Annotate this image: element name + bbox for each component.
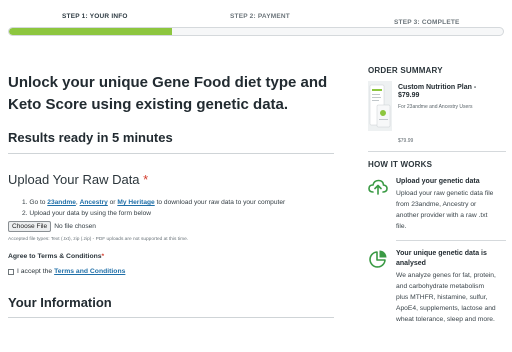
main-content: Unlock your unique Gene Food diet type a…	[8, 72, 334, 318]
checkout-steps: STEP 1: YOUR INFO STEP 2: PAYMENT STEP 3…	[8, 0, 504, 40]
accepted-file-types: Accepted file types: Text (.txt), zip (.…	[8, 237, 189, 242]
how-item-title: Your unique genetic data is analysed	[396, 249, 506, 269]
how-title-line: analysed	[396, 260, 426, 267]
how-title-line: Your unique genetic data is	[396, 250, 487, 257]
file-status: No file chosen	[54, 223, 96, 230]
how-text-line: Upload your raw genetic data file	[396, 190, 494, 197]
terms-required-mark: *	[101, 253, 105, 260]
how-text-line: file.	[396, 223, 407, 230]
product-title: Custom Nutrition Plan -	[398, 84, 477, 91]
upload-title: Upload Your Raw Data *	[8, 172, 334, 187]
divider	[396, 240, 506, 241]
page-headline: Unlock your unique Gene Food diet type a…	[8, 72, 334, 116]
product-price: $79.99	[398, 92, 420, 99]
instruction-comma: ,	[75, 199, 78, 206]
how-text-line: another provider with a raw .txt	[396, 212, 488, 219]
product-subtitle: For 23andme and Ancestry Users	[398, 104, 473, 110]
divider	[368, 151, 506, 152]
instruction-text: 1. Go to	[22, 199, 48, 206]
divider	[8, 317, 334, 318]
results-heading: Results ready in 5 minutes	[8, 130, 173, 145]
terms-label: Agree to Terms & Conditions*	[8, 253, 334, 260]
your-information-heading: Your Information	[8, 295, 112, 310]
how-text-line: from 23andme, Ancestry or	[396, 201, 477, 208]
how-item-text: Upload your raw genetic data file from 2…	[396, 188, 506, 232]
how-text-line: plus MTHFR, histamine, sulfur,	[396, 294, 488, 301]
divider	[8, 153, 334, 154]
step-3-label: STEP 3: COMPLETE	[394, 19, 460, 26]
cloud-upload-icon	[368, 179, 388, 195]
step-1-label: STEP 1: YOUR INFO	[62, 13, 128, 20]
upload-instructions: 1. Go to 23andme, Ancestry or My Heritag…	[22, 197, 334, 219]
terms-checkbox-row: I accept the Terms and Conditions	[8, 268, 334, 275]
how-text-line: wheat tolerance, sleep and more.	[396, 316, 495, 323]
link-ancestry[interactable]: Ancestry	[80, 199, 108, 206]
progress-bar-fill	[9, 28, 173, 35]
how-item-title: Upload your genetic data	[396, 178, 480, 185]
instruction-step-2: 2. Upload your data by using the form be…	[22, 210, 152, 217]
how-text-line: ApoE4, supplements, lactose and	[396, 305, 496, 312]
instruction-or: or	[107, 199, 118, 206]
instruction-suffix: to download your raw data to your comput…	[154, 199, 286, 206]
how-text-line: and carbohydrate metabolism	[396, 283, 485, 290]
link-myheritage[interactable]: My Heritage	[117, 199, 154, 206]
link-23andme[interactable]: 23andme	[47, 199, 76, 206]
order-summary: Custom Nutrition Plan - $79.99 For 23and…	[368, 81, 506, 144]
terms-checkbox[interactable]	[8, 268, 14, 275]
how-item-upload: Upload your genetic data Upload your raw…	[368, 177, 506, 232]
product-image	[368, 81, 392, 131]
upload-title-text: Upload Your Raw Data	[8, 172, 140, 187]
headline-line-1: Unlock your unique Gene Food diet type a…	[8, 74, 328, 91]
pie-chart-icon	[369, 250, 387, 268]
step-2-label: STEP 2: PAYMENT	[230, 13, 290, 20]
required-mark: *	[143, 172, 149, 187]
order-summary-heading: ORDER SUMMARY	[368, 66, 443, 75]
how-item-text: We analyze genes for fat, protein, and c…	[396, 270, 506, 325]
terms-accept-text: I accept the	[17, 268, 53, 275]
progress-bar	[8, 27, 504, 36]
sidebar: ORDER SUMMARY Custom Nutrition Plan - $7…	[368, 66, 506, 325]
how-item-analysed: Your unique genetic data is analysed We …	[368, 249, 506, 325]
how-it-works-heading: HOW IT WORKS	[368, 160, 433, 169]
instruction-step-1: 1. Go to 23andme, Ancestry or My Heritag…	[22, 197, 334, 208]
terms-label-text: Agree to Terms & Conditions	[8, 253, 102, 260]
how-text-line: We analyze genes for fat, protein,	[396, 272, 496, 279]
headline-line-2: Keto Score using existing genetic data.	[8, 96, 289, 113]
file-upload-row: Choose File No file chosen	[8, 221, 334, 232]
choose-file-button[interactable]: Choose File	[8, 221, 52, 232]
product-price-small: $79.99	[398, 138, 414, 144]
terms-link[interactable]: Terms and Conditions	[54, 268, 125, 275]
